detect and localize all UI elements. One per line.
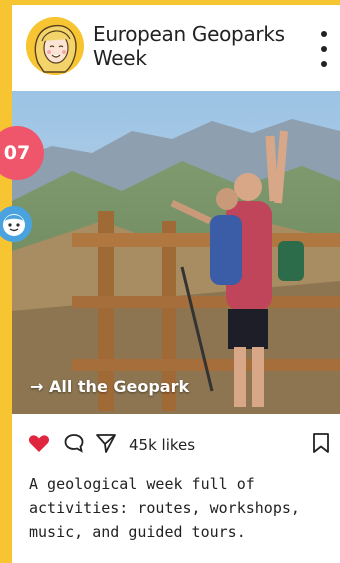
bookmark-icon[interactable] <box>311 431 331 460</box>
post-photo[interactable]: → All the Geopark <box>12 91 340 414</box>
post-caption: A geological week full of activities: ro… <box>29 475 300 541</box>
send-icon[interactable] <box>94 431 118 460</box>
more-vertical-icon[interactable] <box>316 31 332 67</box>
action-bar: 45k likes <box>12 423 340 463</box>
heart-icon[interactable] <box>27 431 51 460</box>
post-title: European Geoparks Week <box>93 22 285 70</box>
avatar[interactable] <box>26 17 84 75</box>
post-card: European Geoparks Week → All the Geopark… <box>12 5 340 563</box>
comment-bubble-icon[interactable] <box>62 431 86 460</box>
smiley-face-icon <box>0 206 32 242</box>
like-count: 45k likes <box>129 436 196 454</box>
all-geopark-link[interactable]: → All the Geopark <box>30 377 189 396</box>
post-header: European Geoparks Week <box>12 5 340 90</box>
